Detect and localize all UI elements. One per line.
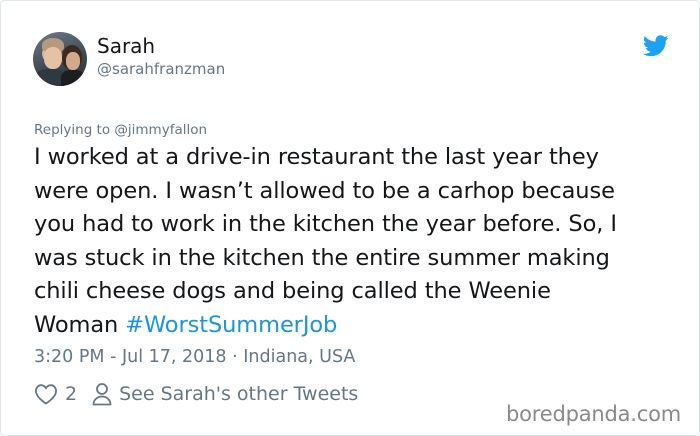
tweet-line: you had to work in the kitchen the year … (34, 211, 617, 237)
tweet-card: Sarah @sarahfranzman Replying to @jimmyf… (0, 0, 700, 436)
tweet-line: chili cheese dogs and being called the W… (34, 278, 551, 304)
author-name[interactable]: Sarah (97, 34, 155, 58)
author-handle[interactable]: @sarahfranzman (97, 59, 225, 79)
person-outline-icon[interactable] (91, 382, 113, 406)
hashtag-link[interactable]: #WorstSummerJob (125, 312, 337, 338)
heart-outline-icon[interactable] (34, 383, 58, 405)
avatar-detail (44, 47, 62, 69)
tweet-timestamp-location[interactable]: 3:20 PM - Jul 17, 2018 · Indiana, USA (34, 345, 355, 369)
other-tweets-link[interactable]: See Sarah's other Tweets (119, 383, 358, 405)
twitter-bird-icon[interactable] (643, 35, 669, 57)
tweet-line-last: Woman #WorstSummerJob (34, 309, 674, 343)
avatar[interactable] (33, 32, 87, 86)
replying-prefix: Replying to (34, 122, 111, 138)
avatar-detail (66, 52, 80, 70)
tweet-line: were open. I wasn’t allowed to be a carh… (34, 177, 615, 204)
watermark: boredpanda.com (506, 402, 682, 426)
tweet-line: I worked at a drive-in restaurant the la… (34, 144, 599, 170)
tweet-line-text: Woman (34, 311, 126, 338)
like-count[interactable]: 2 (65, 383, 77, 405)
reply-mention-link[interactable]: @jimmyfallon (114, 122, 207, 138)
avatar-detail (61, 70, 85, 86)
tweet-line: was stuck in the kitchen the entire summ… (34, 244, 610, 271)
replying-to: Replying to @jimmyfallon (34, 121, 207, 139)
tweet-actions: 2 See Sarah's other Tweets (34, 381, 358, 407)
tweet-text: I worked at a drive-in restaurant the la… (34, 141, 674, 342)
